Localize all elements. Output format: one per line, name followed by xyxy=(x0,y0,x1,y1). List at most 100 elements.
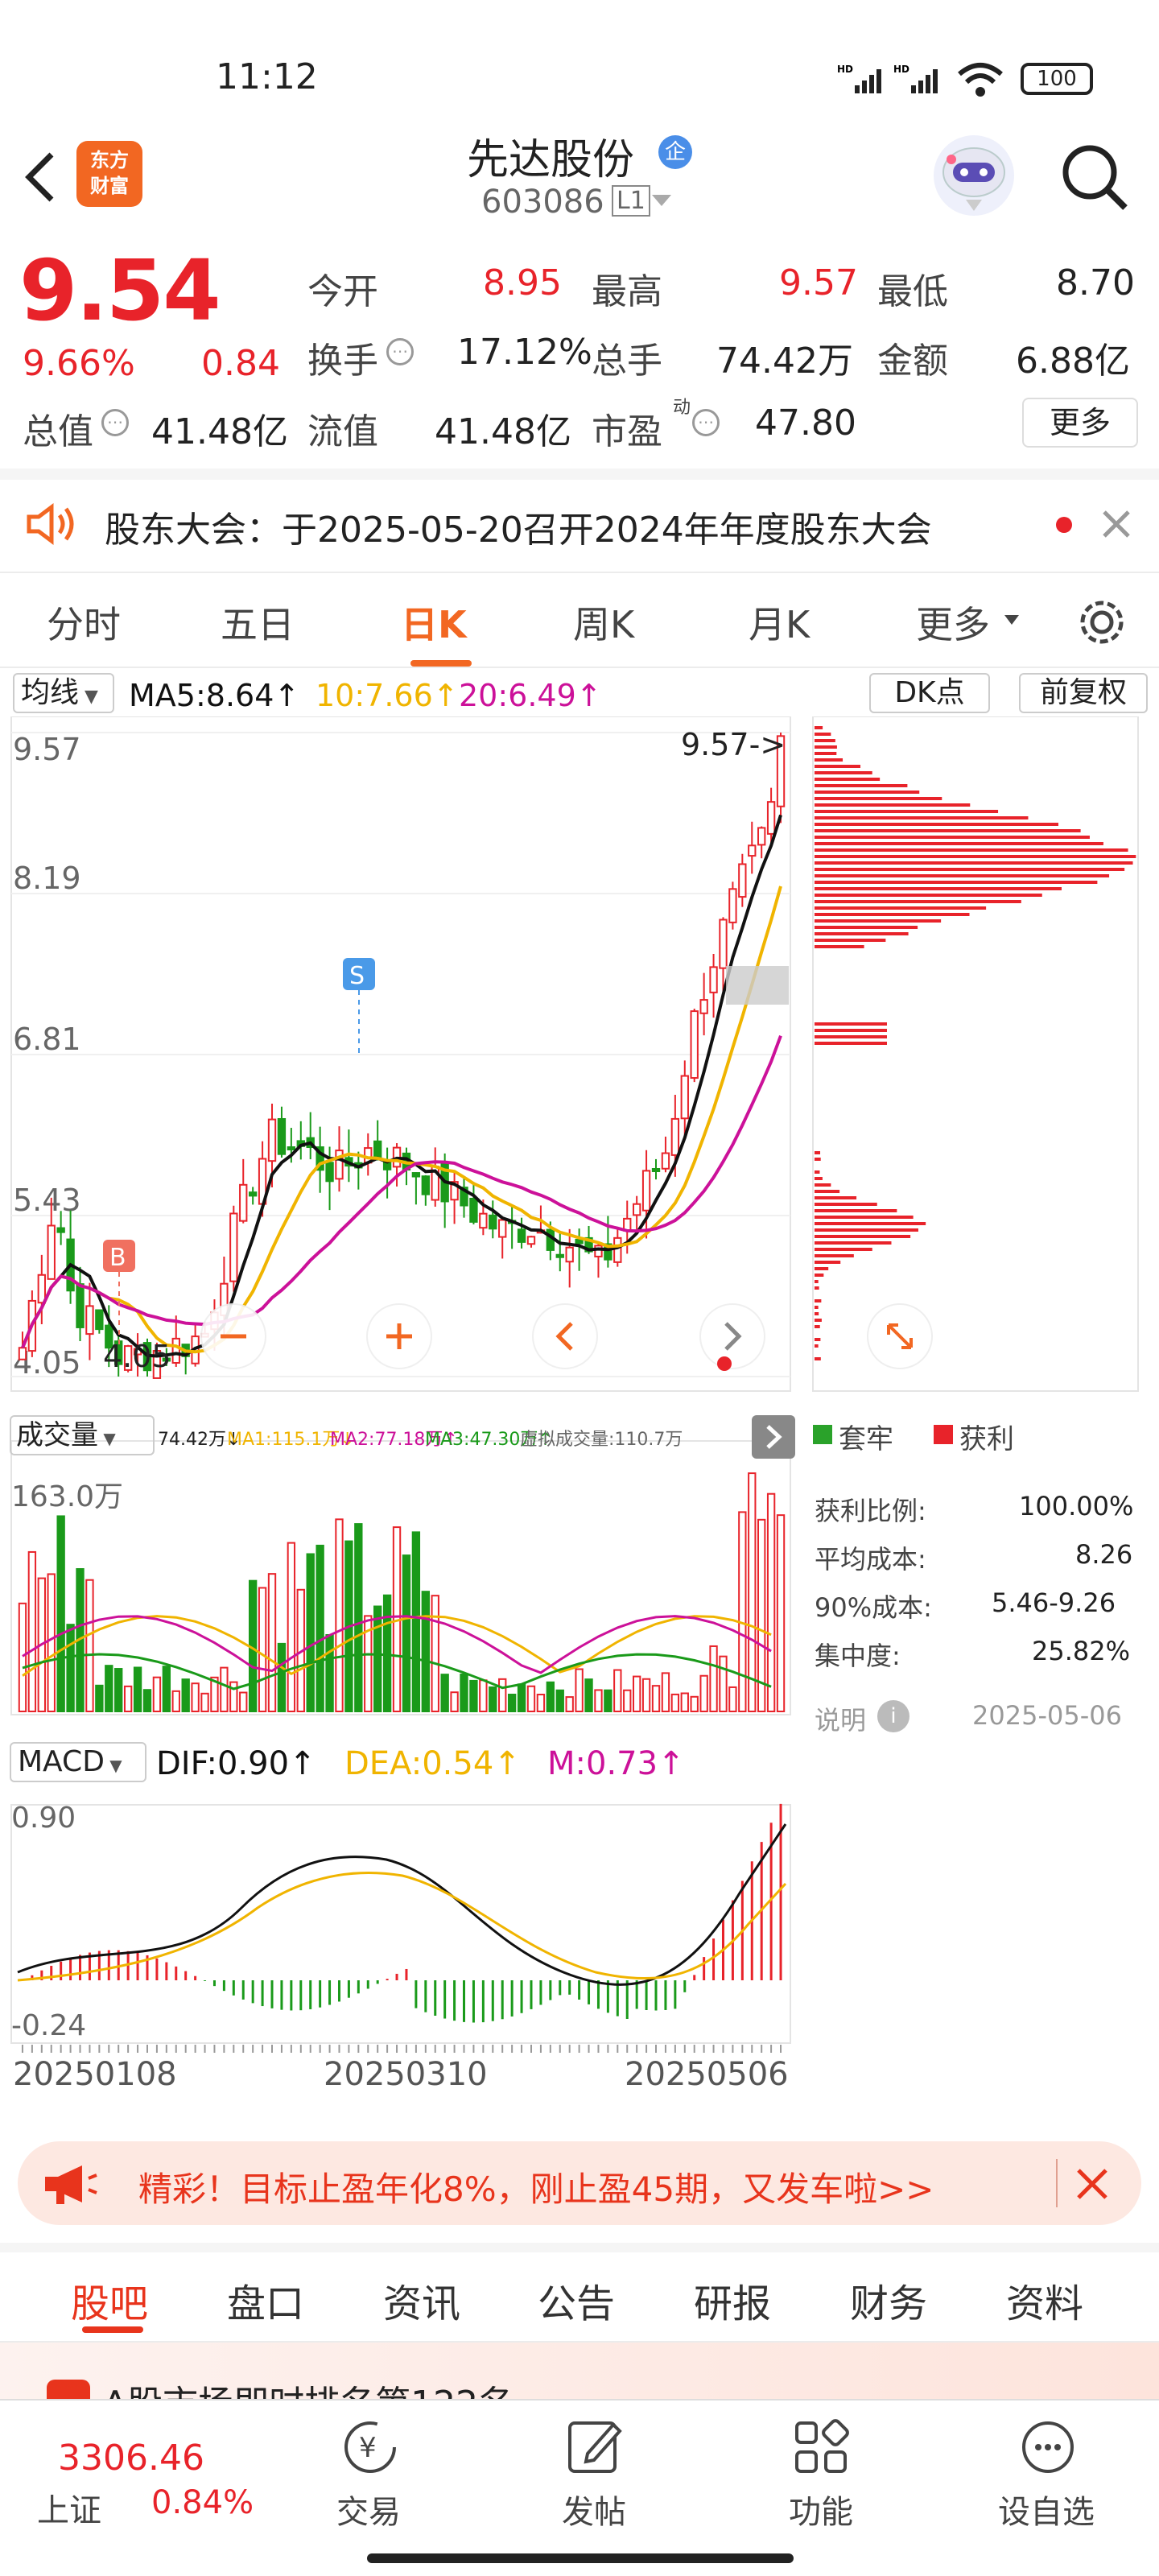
index-value[interactable]: 3306.46 xyxy=(58,2438,204,2479)
volume-ma1-value: MA1:115.1万 xyxy=(227,1430,340,1450)
trade-icon[interactable]: ¥ xyxy=(338,2415,402,2479)
settings-gear-icon[interactable] xyxy=(1075,596,1128,649)
pe-dynamic-mark: 动 xyxy=(673,398,691,418)
status-bar: 11:12 HD HD 100 xyxy=(0,0,1159,121)
chip-note-label: 说明 xyxy=(815,1705,867,1736)
info-icon[interactable]: i xyxy=(877,1700,909,1732)
chip-bar xyxy=(815,1274,824,1277)
volume-bar xyxy=(47,1573,56,1713)
add-watchlist-icon[interactable] xyxy=(1016,2415,1080,2479)
macd-dif-line xyxy=(17,1823,787,1986)
candle-body xyxy=(594,1245,603,1257)
back-icon[interactable] xyxy=(16,145,64,209)
tab-pankou[interactable]: 盘口 xyxy=(227,2272,304,2328)
volume-bar xyxy=(229,1681,238,1712)
ma5-line xyxy=(21,814,782,1358)
chip-bar xyxy=(815,1029,887,1032)
chip-avg-cost-value: 8.26 xyxy=(1075,1539,1133,1570)
candle-body xyxy=(709,966,718,993)
chip-bar xyxy=(815,1222,926,1225)
volume-selector[interactable]: 成交量 ▼ xyxy=(10,1415,155,1455)
svg-text:¥: ¥ xyxy=(359,2432,377,2464)
dropdown-icon[interactable] xyxy=(652,195,671,206)
function-grid-icon[interactable] xyxy=(789,2415,853,2479)
trade-label[interactable]: 交易 xyxy=(336,2486,401,2533)
divider xyxy=(0,2243,1159,2252)
chip-bar xyxy=(815,842,1103,845)
chip-bar xyxy=(815,1022,887,1026)
tab-guba[interactable]: 股吧 xyxy=(71,2272,148,2328)
search-icon[interactable] xyxy=(1054,137,1135,217)
tab-monthly-k[interactable]: 月K xyxy=(749,596,810,649)
chip-bar xyxy=(815,797,942,800)
tab-intraday[interactable]: 分时 xyxy=(47,596,121,649)
close-icon[interactable] xyxy=(1096,504,1136,544)
chip-bar xyxy=(815,791,920,794)
volume-bar xyxy=(584,1678,593,1713)
high-value: 9.57 xyxy=(779,262,858,303)
expand-right-icon[interactable] xyxy=(752,1415,795,1459)
low-label: 最低 xyxy=(877,271,948,312)
index-change[interactable]: 0.84% xyxy=(151,2484,254,2521)
chip-bar xyxy=(815,939,886,942)
notice-bar[interactable]: 股东大会：于2025-05-20召开2024年年度股东大会 xyxy=(0,480,1159,568)
close-icon[interactable] xyxy=(1072,2164,1112,2204)
index-name[interactable]: 上证 xyxy=(37,2484,101,2531)
chip-bar xyxy=(815,894,1042,897)
info-icon[interactable]: ⋯ xyxy=(101,409,129,436)
chip-bar xyxy=(815,1216,914,1219)
tab-research[interactable]: 研报 xyxy=(694,2272,771,2328)
watchlist-label[interactable]: 设自选 xyxy=(998,2486,1095,2533)
candle-body xyxy=(239,1183,248,1222)
candle-body xyxy=(757,827,766,846)
post-label[interactable]: 发帖 xyxy=(562,2486,626,2533)
chip-bar xyxy=(815,855,1136,858)
more-button[interactable]: 更多 xyxy=(1022,398,1138,448)
live-dot xyxy=(717,1356,732,1371)
tab-more[interactable]: 更多 xyxy=(916,596,990,649)
macd-dea-line xyxy=(17,1871,787,1982)
macd-dif: DIF:0.90↑ xyxy=(156,1745,316,1782)
post-edit-icon[interactable] xyxy=(563,2415,628,2479)
tab-five-day[interactable]: 五日 xyxy=(221,596,295,649)
volume-bar xyxy=(719,1655,728,1712)
info-icon[interactable]: ⋯ xyxy=(386,338,414,365)
candle-body xyxy=(373,1140,382,1160)
macd-selector[interactable]: MACD ▼ xyxy=(10,1742,146,1782)
chip-bar xyxy=(815,1228,918,1232)
ad-banner[interactable]: 精彩！目标止盈年化8%，刚止盈45期，又发车啦>> xyxy=(18,2141,1141,2225)
info-icon[interactable]: ⋯ xyxy=(692,409,720,436)
rank-strip[interactable]: A股市场即时排名第122名 xyxy=(0,2343,1159,2425)
date-label-mid: 20250310 xyxy=(324,2056,488,2093)
assistant-robot-icon[interactable] xyxy=(934,135,1014,216)
tab-finance[interactable]: 财务 xyxy=(850,2272,927,2328)
chip-date: 2025-05-06 xyxy=(972,1700,1122,1731)
chip-bar xyxy=(815,1170,820,1174)
level-badge: L1 xyxy=(612,185,650,217)
function-label[interactable]: 功能 xyxy=(789,2486,853,2533)
candle-body xyxy=(670,1117,680,1156)
adjust-button[interactable]: 前复权 xyxy=(1019,673,1148,713)
tab-daily-k[interactable]: 日K xyxy=(401,596,467,649)
ma-selector[interactable]: 均线 ▼ xyxy=(13,673,114,713)
tab-profile[interactable]: 资料 xyxy=(1006,2272,1083,2328)
tab-announcements[interactable]: 公告 xyxy=(538,2272,615,2328)
candle-body xyxy=(565,1246,574,1263)
chip-bar xyxy=(815,836,1090,839)
tab-news[interactable]: 资讯 xyxy=(383,2272,460,2328)
volume-bar xyxy=(267,1573,277,1713)
more-dropdown-icon[interactable] xyxy=(1004,615,1019,625)
volume-bar xyxy=(133,1666,142,1712)
resistance-zone xyxy=(726,966,789,1005)
volume-bar xyxy=(27,1550,37,1712)
candle-body xyxy=(229,1212,238,1282)
volume-bar xyxy=(382,1594,392,1713)
ma10-line xyxy=(21,886,782,1354)
chip-bar xyxy=(815,745,837,749)
tab-weekly-k[interactable]: 周K xyxy=(573,596,634,649)
float-label: 流值 xyxy=(307,411,378,452)
candle-body xyxy=(575,1238,584,1245)
chip-bar xyxy=(815,1241,892,1245)
dk-point-button[interactable]: DK点 xyxy=(869,673,990,713)
chip-concentration-label: 集中度: xyxy=(815,1641,901,1671)
